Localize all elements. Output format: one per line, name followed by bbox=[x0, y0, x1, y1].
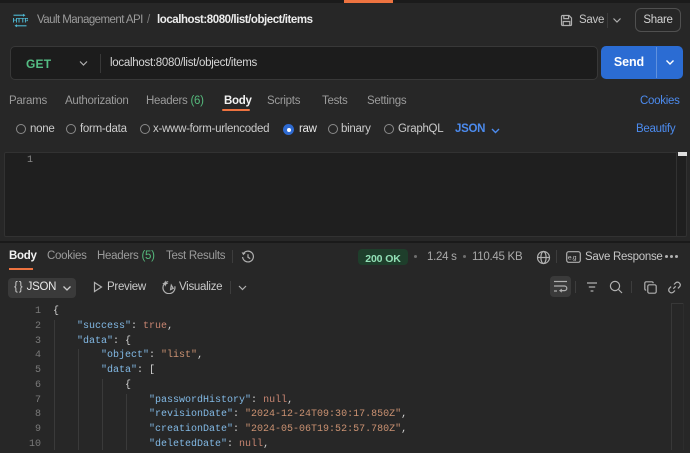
svg-text:e.g: e.g bbox=[568, 255, 577, 262]
svg-text:HTTP: HTTP bbox=[13, 18, 28, 25]
